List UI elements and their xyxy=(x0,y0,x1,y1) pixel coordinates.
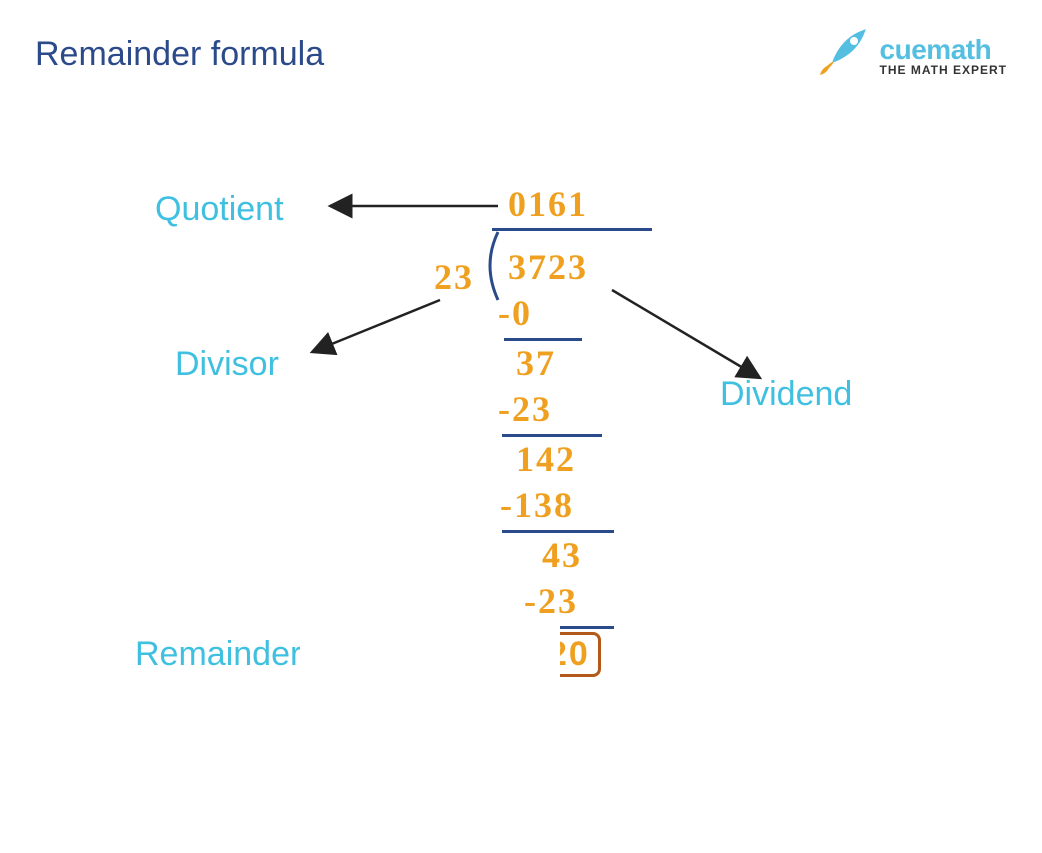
divisor-value: 23 xyxy=(434,256,474,298)
quotient-bar xyxy=(492,228,652,231)
step-bar-4 xyxy=(502,530,614,533)
step-sub-0: -0 xyxy=(498,292,532,334)
step-bring-1: 37 xyxy=(516,342,556,384)
step-bar-0 xyxy=(504,338,582,341)
quotient-value: 0161 xyxy=(508,183,588,225)
dividend-label: Dividend xyxy=(720,375,852,414)
divisor-label: Divisor xyxy=(175,345,279,384)
step-bring-3: 142 xyxy=(516,438,576,480)
step-sub-4: -138 xyxy=(500,484,574,526)
bottom-redraw: 43 -23 20 Remainder xyxy=(0,560,1042,853)
quotient-label: Quotient xyxy=(155,190,284,229)
step-sub-2: -23 xyxy=(498,388,552,430)
dividend-value: 3723 xyxy=(508,246,588,288)
step-bar-2 xyxy=(502,434,602,437)
